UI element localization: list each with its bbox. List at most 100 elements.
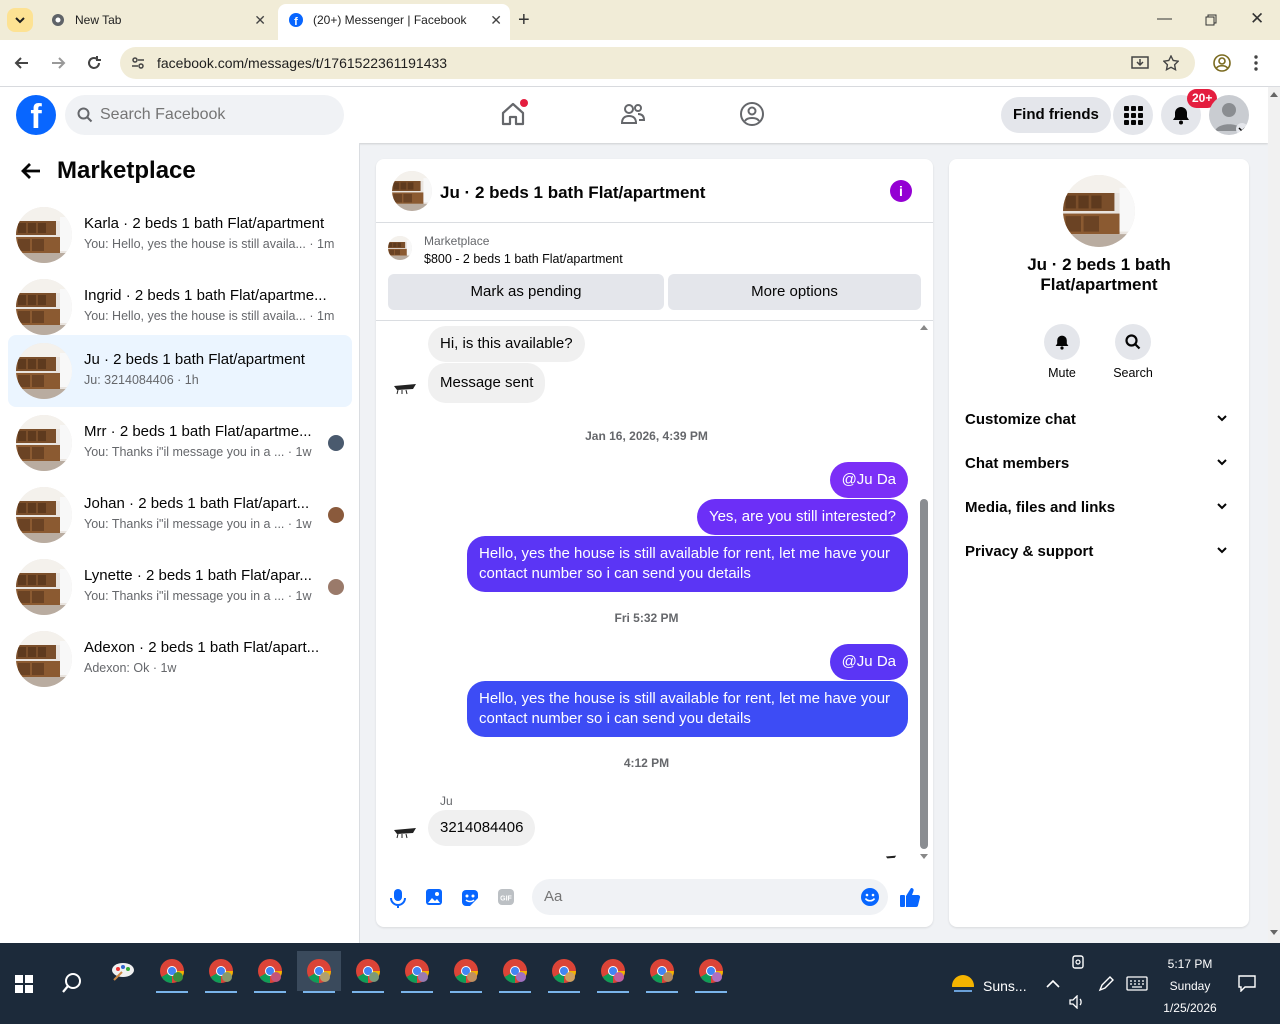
conversation-item-mrr[interactable]: Mrr · 2 beds 1 bath Flat/apartme... You:… xyxy=(8,407,352,479)
chevron-up-icon[interactable] xyxy=(1046,979,1060,988)
listing-thumbnail[interactable] xyxy=(388,236,412,260)
scroll-up-arrow[interactable] xyxy=(920,324,928,330)
restore-button[interactable] xyxy=(1205,14,1217,26)
chat-scroll-thumb[interactable] xyxy=(920,499,928,849)
taskbar-chrome-7[interactable] xyxy=(444,951,488,993)
tab-messenger[interactable]: f (20+) Messenger | Facebook ✕ xyxy=(278,4,510,40)
star-icon[interactable] xyxy=(1163,55,1179,71)
conversation-item-johan[interactable]: Johan · 2 beds 1 bath Flat/apart... You:… xyxy=(8,479,352,551)
speaker-icon[interactable] xyxy=(1069,995,1085,1009)
scroll-down-arrow[interactable] xyxy=(920,854,928,860)
photo-icon[interactable] xyxy=(425,888,443,906)
system-clock[interactable]: 5:17 PM Sunday 1/25/2026 xyxy=(1160,953,1220,1019)
listing-title[interactable]: $800 - 2 beds 1 bath Flat/apartment xyxy=(424,252,623,266)
friends-icon[interactable] xyxy=(620,101,646,127)
pen-icon[interactable] xyxy=(1097,975,1115,993)
taskbar-app-paint[interactable] xyxy=(101,951,145,991)
chevron-down-icon xyxy=(15,17,25,24)
reload-icon[interactable] xyxy=(84,53,104,73)
message-bubble[interactable]: 3214084406 xyxy=(428,810,536,846)
forward-icon[interactable] xyxy=(48,53,68,73)
message-bubble[interactable]: Yes, are you still interested? xyxy=(696,499,908,535)
back-icon[interactable] xyxy=(12,53,32,73)
weather-widget[interactable]: Suns... xyxy=(950,973,1027,999)
message-bubble[interactable]: Hello, yes the house is still available … xyxy=(467,681,908,737)
sticker-icon[interactable] xyxy=(460,888,480,908)
conversation-name: Adexon · 2 beds 1 bath Flat/apart... xyxy=(84,639,320,656)
search-input[interactable] xyxy=(100,106,330,124)
new-tab-button[interactable]: + xyxy=(518,10,530,30)
menu-icon[interactable] xyxy=(1253,54,1259,72)
search-in-chat-button[interactable]: Search xyxy=(1098,324,1168,380)
taskbar-chrome-1[interactable] xyxy=(150,951,194,993)
back-arrow-icon[interactable] xyxy=(20,162,42,180)
mark-as-pending-button[interactable]: Mark as pending xyxy=(388,274,664,310)
facebook-header: f Find friends 20+ xyxy=(0,87,1268,143)
tab-new-tab[interactable]: New Tab ✕ xyxy=(40,4,274,36)
taskbar-chrome-9[interactable] xyxy=(542,951,586,993)
page-scrollbar[interactable] xyxy=(1268,87,1280,943)
conversation-item-adexon[interactable]: Adexon · 2 beds 1 bath Flat/apart... Ade… xyxy=(8,623,352,695)
conversation-item-ingrid[interactable]: Ingrid · 2 beds 1 bath Flat/apartme... Y… xyxy=(8,271,352,343)
close-icon[interactable]: ✕ xyxy=(490,12,502,28)
chat-details-panel: Ju · 2 beds 1 bath Flat/apartment Mute S… xyxy=(949,159,1249,927)
account-avatar[interactable] xyxy=(1209,95,1249,135)
taskbar-chrome-8[interactable] xyxy=(493,951,537,993)
conversation-item-karla[interactable]: Karla · 2 beds 1 bath Flat/apartment You… xyxy=(8,199,352,271)
close-icon[interactable]: ✕ xyxy=(254,12,266,28)
taskbar-chrome-11[interactable] xyxy=(640,951,684,993)
thumbs-up-icon[interactable] xyxy=(899,886,921,908)
message-input[interactable] xyxy=(544,888,844,905)
windows-start-icon[interactable] xyxy=(15,975,33,993)
address-bar[interactable]: facebook.com/messages/t/1761522361191433 xyxy=(120,47,1195,79)
seen-avatar xyxy=(328,507,344,523)
taskbar-chrome-3[interactable] xyxy=(248,951,292,993)
site-info-icon[interactable] xyxy=(130,55,146,71)
tab-search-dropdown[interactable] xyxy=(7,8,33,32)
gif-icon[interactable]: GIF xyxy=(497,888,515,906)
microphone-icon[interactable] xyxy=(390,888,406,908)
more-options-button[interactable]: More options xyxy=(668,274,921,310)
emoji-icon[interactable] xyxy=(860,887,880,907)
taskbar-chrome-6[interactable] xyxy=(395,951,439,993)
taskbar-chrome-12[interactable] xyxy=(689,951,733,993)
taskbar-chrome-10[interactable] xyxy=(591,951,635,993)
message-bubble[interactable]: @Ju Da xyxy=(829,462,908,498)
menu-button[interactable] xyxy=(1113,95,1153,135)
message-bubble[interactable]: Message sent xyxy=(428,363,546,403)
notification-center-icon[interactable] xyxy=(1238,974,1256,992)
find-friends-button[interactable]: Find friends xyxy=(1001,97,1111,133)
info-icon[interactable]: i xyxy=(890,180,912,202)
chat-members-section[interactable]: Chat members xyxy=(965,448,1233,480)
camera-icon[interactable] xyxy=(1071,955,1085,971)
sun-icon xyxy=(952,975,974,997)
taskbar-chrome-5[interactable] xyxy=(346,951,390,993)
media-files-links-section[interactable]: Media, files and links xyxy=(965,492,1233,524)
conversation-item-lynette[interactable]: Lynette · 2 beds 1 bath Flat/apar... You… xyxy=(8,551,352,623)
search-icon[interactable] xyxy=(61,972,83,994)
close-window-button[interactable]: ✕ xyxy=(1250,9,1264,29)
profile-icon[interactable] xyxy=(1213,54,1231,72)
conversation-item-ju[interactable]: Ju · 2 beds 1 bath Flat/apartment Ju: 32… xyxy=(8,335,352,407)
chat-title[interactable]: Ju · 2 beds 1 bath Flat/apartment xyxy=(440,183,705,203)
mute-button[interactable]: Mute xyxy=(1027,324,1097,380)
message-input-box[interactable] xyxy=(532,879,888,915)
scroll-up-arrow[interactable] xyxy=(1270,91,1278,97)
message-bubble[interactable]: Hello, yes the house is still available … xyxy=(467,536,908,592)
message-bubble[interactable]: @Ju Da xyxy=(829,644,908,680)
taskbar-chrome-4[interactable] xyxy=(297,951,341,993)
facebook-logo[interactable]: f xyxy=(16,95,56,136)
groups-icon[interactable] xyxy=(739,101,765,127)
timestamp: 4:12 PM xyxy=(623,756,670,770)
keyboard-icon[interactable] xyxy=(1126,976,1148,991)
chat-avatar[interactable] xyxy=(392,171,432,211)
privacy-support-section[interactable]: Privacy & support xyxy=(965,536,1233,568)
facebook-search[interactable] xyxy=(65,95,344,135)
install-app-icon[interactable] xyxy=(1131,55,1149,71)
details-avatar[interactable] xyxy=(1063,175,1135,247)
message-bubble[interactable]: Hi, is this available? xyxy=(428,326,585,362)
taskbar-chrome-2[interactable] xyxy=(199,951,243,993)
scroll-down-arrow[interactable] xyxy=(1270,930,1278,936)
minimize-button[interactable]: — xyxy=(1157,10,1172,27)
customize-chat-section[interactable]: Customize chat xyxy=(965,404,1233,436)
